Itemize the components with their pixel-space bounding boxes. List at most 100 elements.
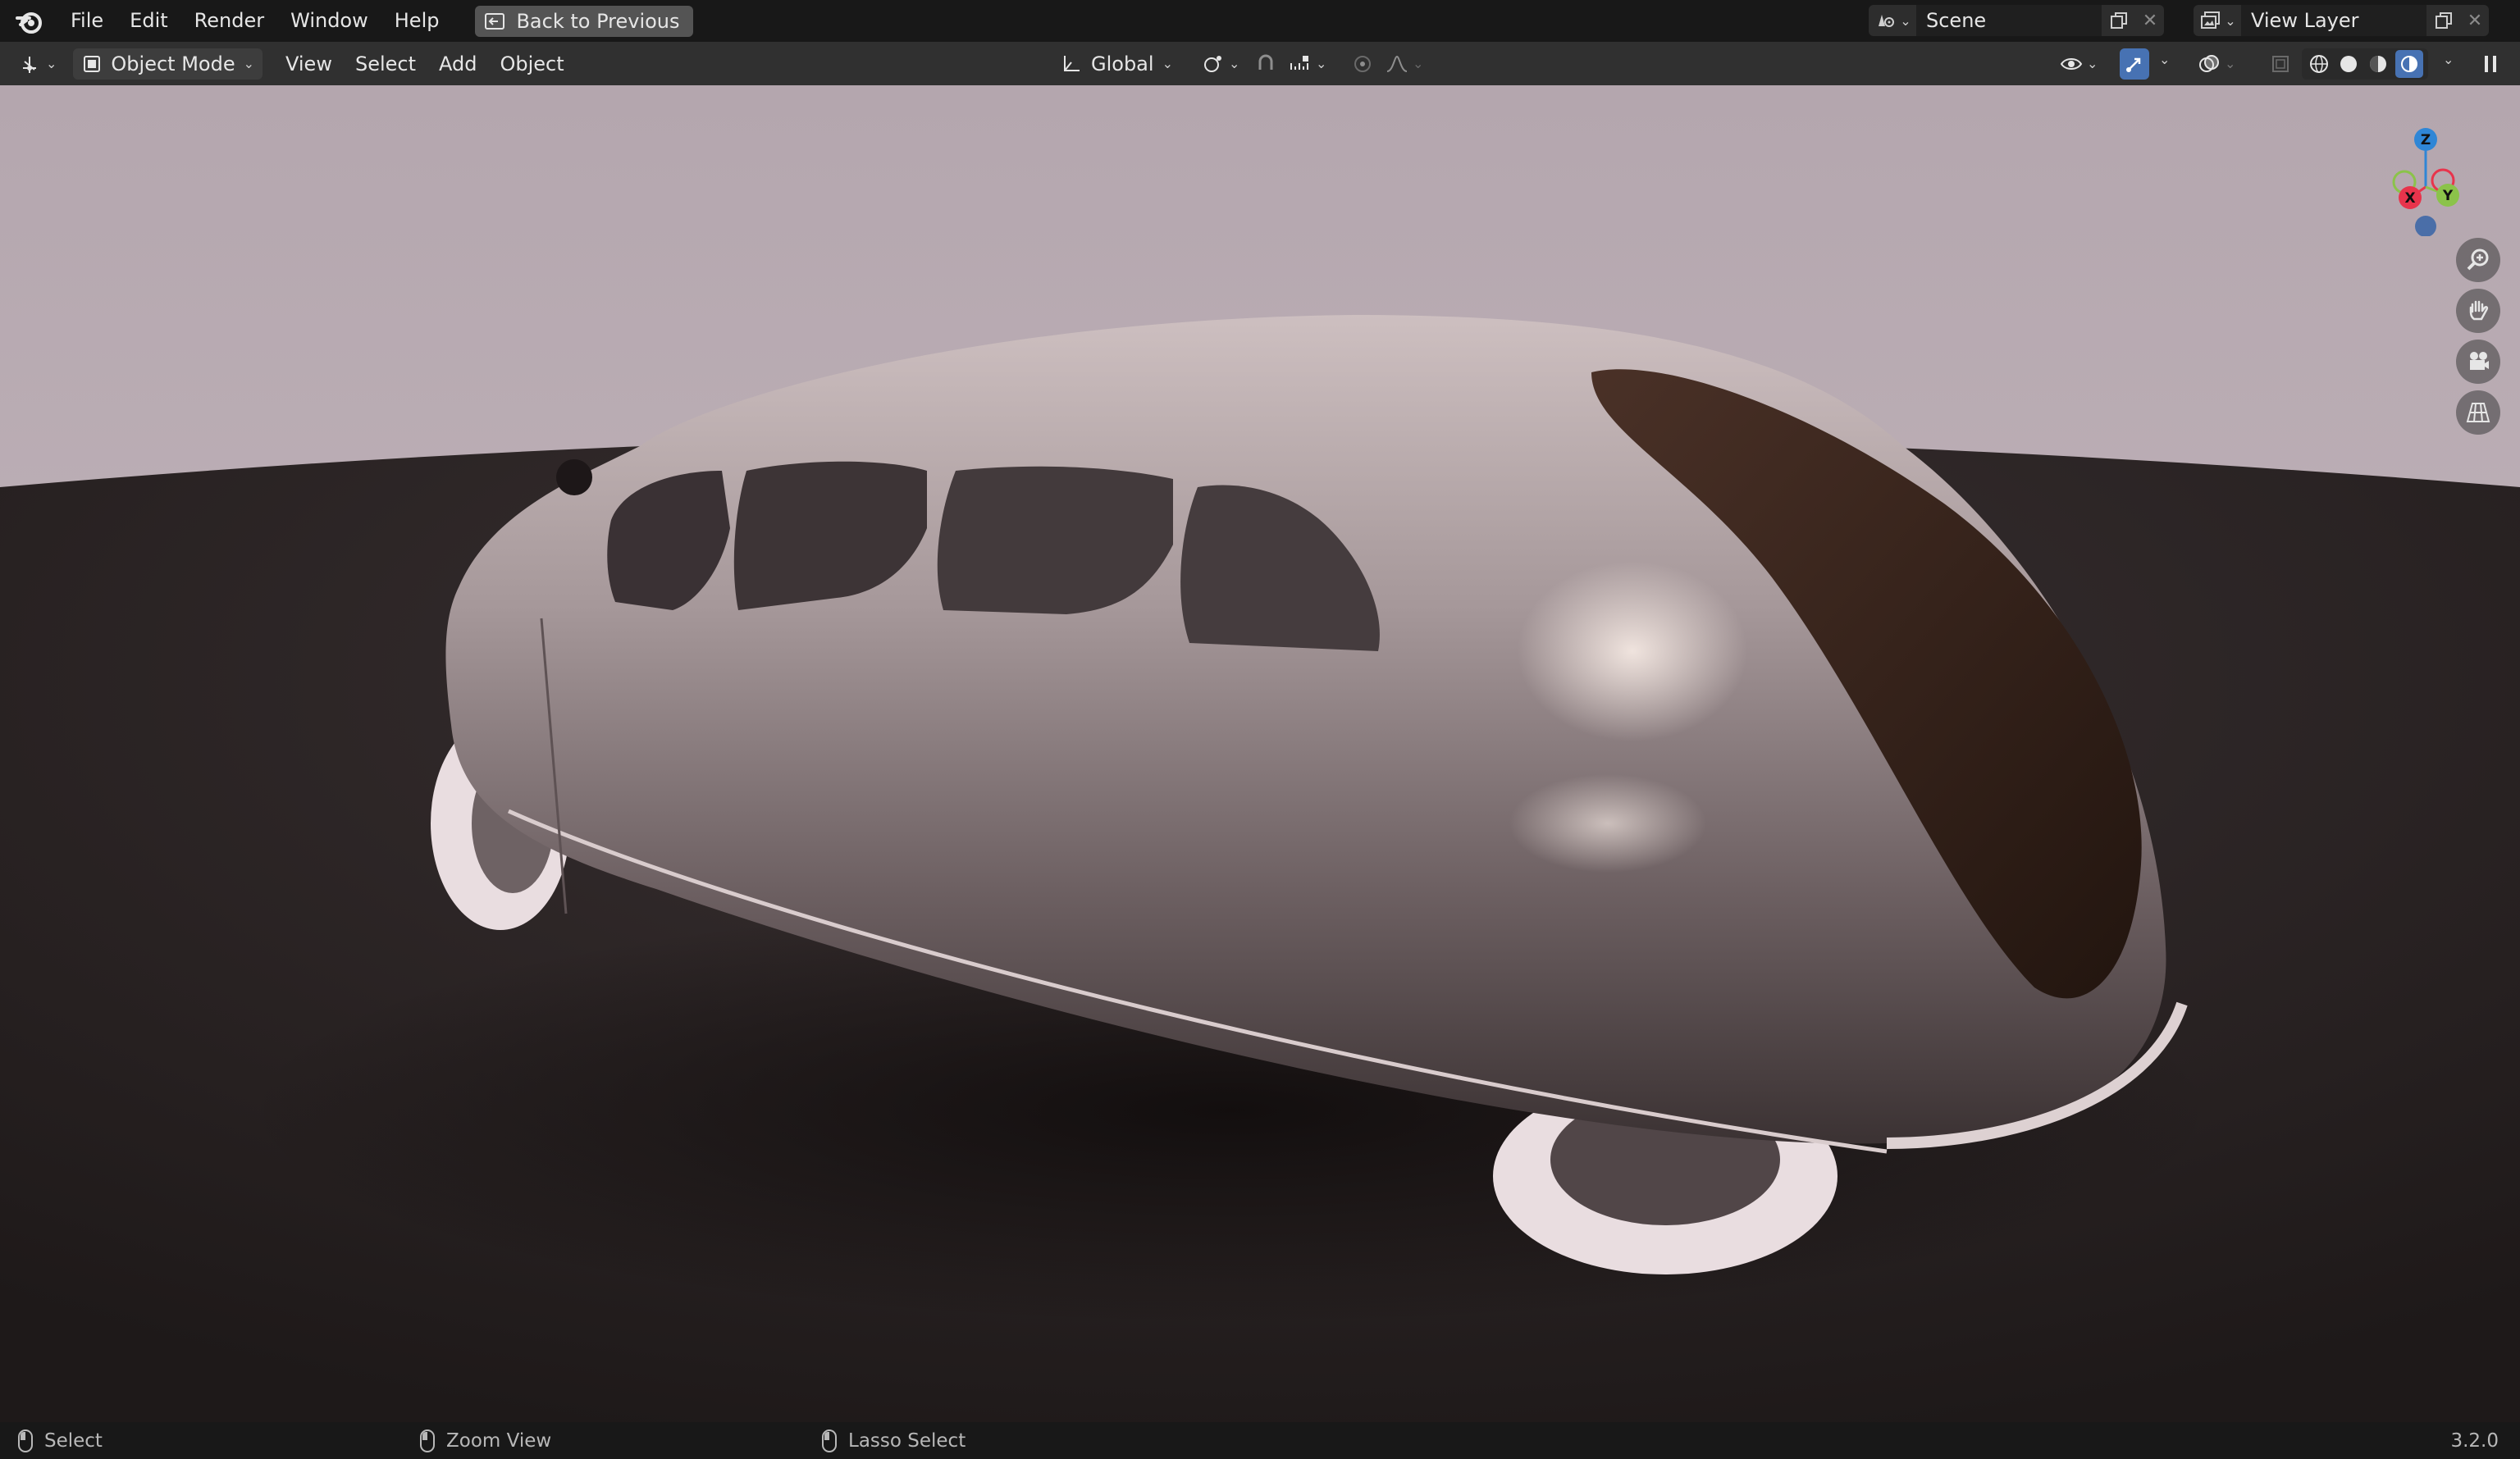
mouse-middle-icon <box>420 1429 435 1452</box>
rendered-scene <box>0 85 2520 1422</box>
menu-render[interactable]: Render <box>181 0 277 42</box>
material-preview-icon[interactable] <box>2366 52 2390 76</box>
menu-select[interactable]: Select <box>344 52 427 75</box>
render-layers-icon <box>2201 11 2221 29</box>
snap-increment-icon <box>1290 55 1308 70</box>
3d-viewport-icon <box>23 56 36 73</box>
grid-perspective-icon <box>2466 403 2490 422</box>
scene-selector: ⌄ Scene ✕ <box>1869 5 2164 36</box>
shading-mode-group <box>2302 48 2428 80</box>
perspective-toggle-button[interactable] <box>2456 390 2500 435</box>
menu-add[interactable]: Add <box>427 52 488 75</box>
menu-view[interactable]: View <box>274 52 344 75</box>
gizmo-icon <box>2126 57 2141 72</box>
top-bar: File Edit Render Window Help Back to Pre… <box>0 0 2520 42</box>
chevron-down-icon: ⌄ <box>243 56 254 71</box>
status-zoom-label: Zoom View <box>446 1429 552 1452</box>
xray-icon <box>2272 55 2289 72</box>
zoom-icon <box>2467 248 2489 271</box>
camera-view-button[interactable] <box>2456 340 2500 384</box>
transform-orientation-label: Global <box>1091 52 1154 75</box>
chevron-down-icon: ⌄ <box>2225 12 2236 29</box>
version-label: 3.2.0 <box>2450 1429 2499 1452</box>
hand-icon <box>2469 300 2489 321</box>
zoom-view-button[interactable] <box>2456 238 2500 282</box>
mouse-left-icon <box>18 1429 33 1452</box>
back-to-previous-label: Back to Previous <box>516 9 680 33</box>
chevron-down-icon: ⌄ <box>1900 12 1911 29</box>
menu-window[interactable]: Window <box>277 0 381 42</box>
wireframe-shading-icon[interactable] <box>2307 52 2331 76</box>
delete-scene-button[interactable]: ✕ <box>2136 5 2164 36</box>
object-mode-label: Object Mode <box>111 52 235 75</box>
view-layer-selector: ⌄ View Layer ✕ <box>2194 5 2489 36</box>
delete-view-layer-button[interactable]: ✕ <box>2461 5 2489 36</box>
y-axis-label: Y <box>2442 188 2454 204</box>
solid-shading-icon[interactable] <box>2336 52 2361 76</box>
proportional-edit-icon <box>1354 55 1371 72</box>
menu-object[interactable]: Object <box>488 52 575 75</box>
overlays-icon <box>2199 54 2219 72</box>
pivot-point-dropdown[interactable]: ⌄ <box>1196 48 1244 80</box>
status-zoom-hint: Zoom View <box>420 1429 551 1452</box>
view-layer-browse-button[interactable]: ⌄ <box>2194 5 2241 36</box>
selectability-visibility-dropdown[interactable]: ⌄ <box>2056 48 2101 80</box>
gizmo-options-chevron-icon[interactable]: ⌄ <box>2159 52 2170 67</box>
mouse-right-icon <box>822 1429 837 1452</box>
transform-orientation-dropdown[interactable]: Global ⌄ <box>1053 48 1180 80</box>
falloff-curve-icon <box>1386 55 1408 72</box>
camera-icon <box>2470 352 2489 370</box>
orientation-global-icon <box>1064 55 1080 71</box>
z-axis-label: Z <box>2421 132 2431 148</box>
menu-edit[interactable]: Edit <box>116 0 180 42</box>
status-lasso-label: Lasso Select <box>848 1429 966 1452</box>
overlays-toggle[interactable]: ⌄ <box>2194 48 2239 80</box>
back-to-previous-button[interactable]: Back to Previous <box>475 5 693 37</box>
chevron-down-icon: ⌄ <box>2087 56 2098 71</box>
chevron-down-icon: ⌄ <box>2225 56 2236 71</box>
menu-file[interactable]: File <box>57 0 116 42</box>
rendered-shading-button[interactable] <box>2395 49 2423 78</box>
editor-type-button[interactable]: ⌄ <box>11 48 63 80</box>
new-view-layer-button[interactable] <box>2426 5 2461 36</box>
status-select-label: Select <box>44 1429 103 1452</box>
chevron-down-icon: ⌄ <box>46 56 57 71</box>
pan-view-button[interactable] <box>2456 289 2500 333</box>
pause-icon <box>2485 55 2496 72</box>
3d-viewport[interactable]: Z X Y <box>0 85 2520 1422</box>
viewport-header: ⌄ Object Mode ⌄ View Select Add Object G… <box>0 42 2520 85</box>
scene-icon <box>1879 15 1895 27</box>
chevron-down-icon: ⌄ <box>1162 56 1173 71</box>
x-axis-label: X <box>2404 190 2415 207</box>
chevron-down-icon: ⌄ <box>1316 56 1327 71</box>
scene-browse-button[interactable]: ⌄ <box>1869 5 1916 36</box>
menu-help[interactable]: Help <box>381 0 453 42</box>
back-screen-icon <box>485 12 505 30</box>
shading-options-chevron-icon[interactable]: ⌄ <box>2443 52 2454 67</box>
gizmo-toggle[interactable] <box>2120 48 2149 80</box>
blender-logo-icon[interactable] <box>15 7 44 36</box>
object-mode-dropdown[interactable]: Object Mode ⌄ <box>73 48 262 80</box>
pause-render-button[interactable] <box>2474 48 2507 80</box>
close-icon: ✕ <box>2142 10 2158 31</box>
proportional-falloff-dropdown[interactable]: ⌄ <box>1381 48 1427 80</box>
duplicate-icon <box>2436 12 2452 29</box>
view-layer-name-field[interactable]: View Layer <box>2241 5 2426 36</box>
pivot-icon <box>1204 55 1221 72</box>
snap-target-dropdown[interactable]: ⌄ <box>1285 48 1330 80</box>
proportional-editing-toggle[interactable] <box>1345 48 1380 80</box>
navigation-gizmo[interactable]: Z X Y <box>2379 105 2477 236</box>
status-bar: Select Zoom View Lasso Select 3.2.0 <box>0 1422 2520 1459</box>
xray-toggle[interactable] <box>2266 48 2295 80</box>
chevron-down-icon: ⌄ <box>1413 56 1424 71</box>
close-icon: ✕ <box>2467 10 2483 31</box>
new-scene-button[interactable] <box>2102 5 2136 36</box>
status-lasso-hint: Lasso Select <box>822 1429 966 1452</box>
status-select-hint: Select <box>18 1429 103 1452</box>
chevron-down-icon: ⌄ <box>1229 56 1240 71</box>
neg-z-axis-handle[interactable] <box>2415 216 2436 236</box>
scene-name-field[interactable]: Scene <box>1916 5 2102 36</box>
snap-toggle[interactable] <box>1249 48 1283 80</box>
object-mode-icon <box>84 55 101 72</box>
rendered-shading-icon <box>2401 55 2417 72</box>
